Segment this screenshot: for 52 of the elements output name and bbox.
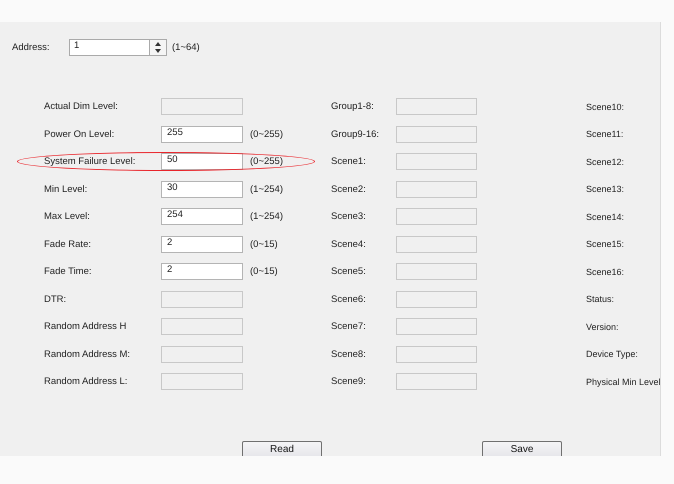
field-label: Scene16:: [586, 266, 626, 277]
field-label: Scene8:: [331, 348, 367, 360]
range-hint: (0~15): [249, 238, 279, 250]
field-label: Version:: [586, 322, 620, 332]
range-hint: (0~15): [249, 266, 279, 278]
range-hint: (0~255): [249, 128, 284, 140]
field-label: Random Address M:: [44, 348, 132, 360]
field-label: Scene15:: [586, 239, 626, 250]
range-hint: (0~255): [249, 156, 284, 168]
field-label: Scene4:: [331, 238, 367, 250]
address-field[interactable]: 1: [69, 39, 150, 56]
input-field[interactable]: 30: [161, 180, 243, 198]
field-label: Random Address L:: [44, 376, 128, 388]
input-field[interactable]: 2: [161, 263, 243, 280]
range-hint: (1~254): [249, 211, 284, 222]
field-label: Scene14:: [586, 212, 626, 222]
spinner-control[interactable]: [150, 39, 167, 56]
field-label: Scene5:: [331, 266, 367, 278]
field-label: Scene10:: [586, 102, 626, 112]
range-hint: (1~254): [249, 184, 284, 195]
field-label: Scene2:: [331, 184, 367, 195]
field-label: Min Level:: [44, 184, 88, 195]
field-label: Group9-16:: [331, 128, 380, 140]
field-label: System Failure Level:: [44, 156, 136, 168]
field-label: Scene3:: [331, 211, 367, 222]
field-label: Fade Rate:: [44, 238, 92, 250]
field-label: Random Address H: [44, 321, 128, 332]
action-button[interactable]: Read: [242, 440, 322, 456]
field-label: Scene6:: [331, 294, 367, 305]
action-button[interactable]: Save: [482, 440, 562, 456]
field-label: Status:: [586, 294, 616, 304]
down-arrow-icon[interactable]: [155, 49, 161, 54]
field-label: Scene1:: [331, 156, 367, 168]
input-field[interactable]: 2: [161, 236, 243, 253]
input-field[interactable]: 255: [161, 126, 243, 143]
range-hint: (1~64): [172, 42, 200, 53]
field-label: Power On Level:: [44, 128, 116, 140]
field-label: Scene11:: [586, 129, 624, 140]
field-label: Device Type:: [586, 349, 639, 360]
input-field[interactable]: 254: [161, 208, 243, 226]
field-label: DTR:: [44, 294, 68, 305]
field-label: Actual Dim Level:: [44, 101, 119, 112]
up-arrow-icon[interactable]: [155, 42, 161, 46]
field-label: Scene12:: [586, 156, 626, 167]
field-label: Scene13:: [586, 184, 626, 194]
field-label: Scene7:: [331, 321, 367, 332]
field-label: Group1-8:: [331, 101, 375, 112]
address-label: Address:: [12, 42, 50, 53]
input-field[interactable]: 50: [161, 153, 243, 170]
field-label: Scene9:: [331, 376, 367, 388]
field-label: Fade Time:: [44, 266, 93, 278]
field-label: Max Level:: [44, 211, 91, 222]
